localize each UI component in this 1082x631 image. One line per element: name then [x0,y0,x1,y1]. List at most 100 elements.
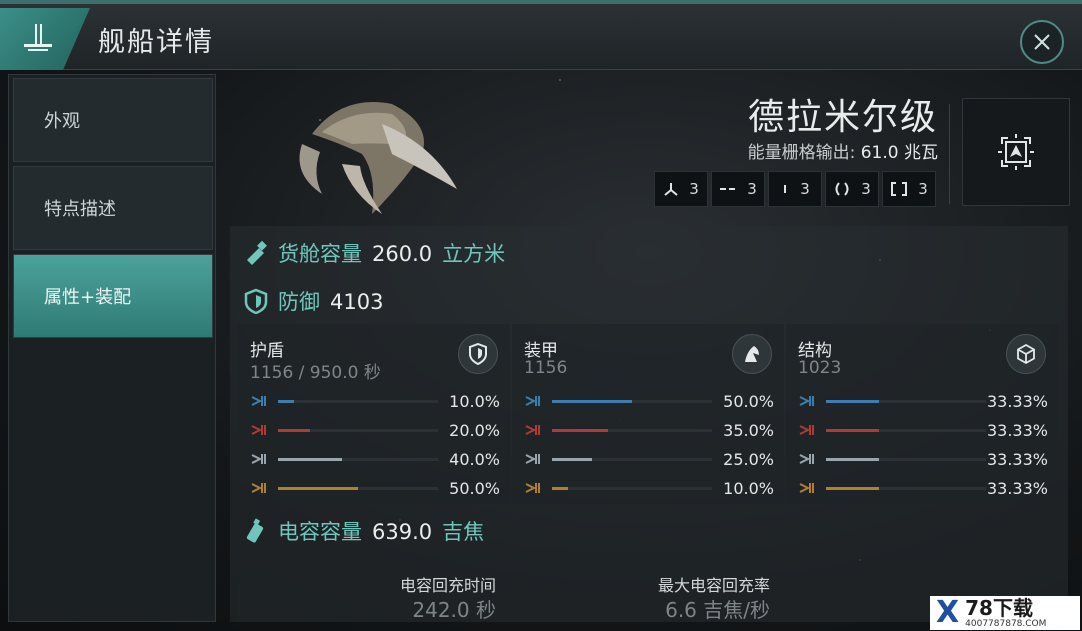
watermark-mark: X [936,595,960,630]
explosive-damage-icon [525,483,540,493]
power-grid-output: 能量栅格输出: 61.0 兆瓦 [748,138,938,163]
resist-kinetic: 25.0% [524,448,774,470]
defense-label: 防御 [278,290,320,314]
structure-badge [1006,334,1046,374]
close-button[interactable] [1020,20,1064,64]
resist-bar-fill [826,428,880,432]
sidebar-item-appearance[interactable]: 外观 [13,78,213,162]
resist-explosive: 10.0% [524,477,774,499]
structure-icon [1017,343,1035,365]
thermal-damage-icon [251,425,266,435]
armor-icon [745,346,759,362]
em-damage-icon [525,396,540,406]
slot-high[interactable]: 3 [654,171,708,207]
resist-bar-fill [552,457,592,461]
mid-slot-icon [720,188,736,190]
structure-column: 结构 1023 33.33% 33.33% 33.33% 33.33% [786,324,1058,504]
resist-thermal: 33.33% [798,419,1048,441]
kinetic-damage-icon [799,454,814,464]
navigation-button[interactable] [962,98,1070,206]
slot-count: 3 [747,180,757,198]
armor-badge [732,334,772,374]
slot-mid[interactable]: 3 [711,171,765,207]
low-slot-icon [784,185,787,193]
sidebar-item-label: 属性+装配 [44,287,132,308]
resist-bar-fill [826,486,880,490]
slot-count: 3 [689,180,699,198]
resist-thermal: 20.0% [250,419,500,441]
cargo-unit: 立方米 [442,242,506,266]
resist-kinetic: 33.33% [798,448,1048,470]
resist-em: 50.0% [524,390,774,412]
resist-kinetic: 40.0% [250,448,500,470]
resist-value: 50.0% [723,391,774,411]
explosive-damage-icon [251,483,266,493]
capacitor-recharge-time: 电容回充时间 242.0 秒 [238,552,510,622]
resist-bar-fill [826,399,880,403]
sidebar-item-label: 特点描述 [44,199,116,220]
resist-bar-fill [826,457,880,461]
close-icon [1034,34,1050,50]
page-title: 舰船详情 [98,27,214,58]
power-value: 61.0 兆瓦 [860,143,938,163]
layer-hp: 1023 [798,358,842,378]
resist-thermal: 35.0% [524,419,774,441]
sidebar: 外观 特点描述 属性+装配 [8,74,216,622]
defense-value: 4103 [330,290,384,314]
cargo-row: 货舱容量 260.0 立方米 [244,238,505,268]
high-slot-icon [664,183,678,196]
resist-value: 40.0% [449,449,500,469]
capacitor-label: 电容容量 [278,520,362,544]
watermark-brand: 78下载 [965,595,1033,620]
site-watermark: X 78下载 4007787878.COM [930,596,1080,630]
navigation-icon [998,134,1034,170]
resist-value: 33.33% [986,449,1048,469]
ship-name: 德拉米尔级 [747,97,938,138]
capacitor-max-recharge: 最大电容回充率 6.6 吉焦/秒 [512,552,784,622]
resist-value: 33.33% [986,391,1048,411]
slot-low[interactable]: 3 [768,171,822,207]
resist-em: 10.0% [250,390,500,412]
resist-explosive: 33.33% [798,477,1048,499]
sidebar-item-traits[interactable]: 特点描述 [13,166,213,250]
slot-count: 3 [800,180,810,198]
thermal-damage-icon [525,425,540,435]
cargo-label: 货舱容量 [278,242,362,266]
armor-column: 装甲 1156 50.0% 35.0% 25.0% 10.0% [512,324,784,504]
header: 舰船详情 [0,4,1082,70]
resist-value: 35.0% [723,420,774,440]
resist-bar-fill [278,486,358,490]
capacitor-row: 电容容量 639.0 吉焦 [244,516,484,546]
shield-column: 护盾 1156 / 950.0 秒 10.0% 20.0% 40.0% 50.0… [238,324,510,504]
resist-value: 50.0% [449,478,500,498]
resist-bar-fill [278,428,310,432]
layer-hp: 1156 [524,358,568,378]
capacitor-icon [246,518,264,543]
explosive-damage-icon [799,483,814,493]
subsystem-slot-icon [891,182,908,196]
resist-value: 20.0% [449,420,500,440]
resist-bar-fill [278,457,342,461]
em-damage-icon [251,396,266,406]
resist-explosive: 50.0% [250,477,500,499]
shield-icon [244,288,268,314]
kinetic-damage-icon [525,454,540,464]
slot-subsystem[interactable]: 3 [882,171,936,207]
sidebar-item-label: 外观 [44,111,80,132]
resist-bar-fill [552,399,632,403]
capacitor-unit: 吉焦 [442,520,485,544]
resist-value: 10.0% [723,478,774,498]
slot-count: 3 [918,180,928,198]
cargo-value: 260.0 [372,242,433,266]
power-label: 能量栅格输出: [747,143,856,163]
watermark-url: 4007787878.COM [965,618,1047,629]
slot-rig[interactable]: 3 [825,171,879,207]
sidebar-item-attributes[interactable]: 属性+装配 [13,254,213,338]
stat-label: 最大电容回充率 [657,576,770,595]
stat-label: 电容回充时间 [399,576,496,595]
resist-value: 33.33% [986,478,1048,498]
resist-bar-fill [552,486,568,490]
logo-box [0,8,90,70]
shield-icon [469,343,487,365]
rig-slot-icon [835,182,849,196]
